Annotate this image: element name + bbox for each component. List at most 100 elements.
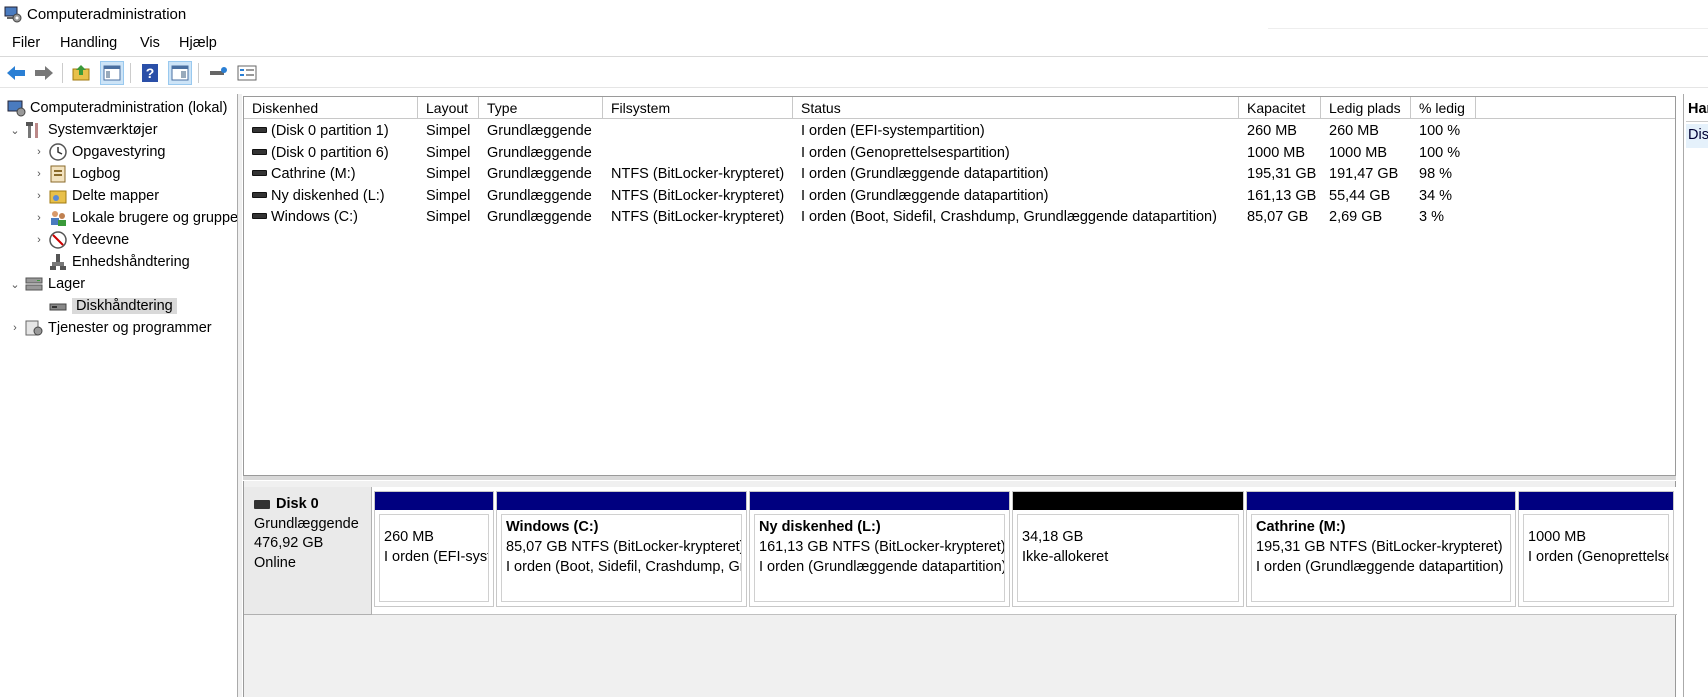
cell-type: Grundlæggende — [487, 166, 592, 182]
menu-file[interactable]: Filer — [10, 35, 42, 51]
disk-graphical-view: Disk 0 Grundlæggende 476,92 GB Online 26… — [243, 481, 1677, 697]
tree-item-storage[interactable]: ⌄ Lager — [8, 273, 85, 295]
horizontal-splitter[interactable] — [243, 476, 1676, 480]
column-header-filesystem[interactable]: Filsystem — [603, 97, 793, 119]
chevron-right-icon[interactable]: › — [32, 168, 46, 180]
help-button[interactable]: ? — [138, 61, 162, 85]
show-hide-tree-icon — [103, 65, 121, 81]
disk-label[interactable]: Disk 0 Grundlæggende 476,92 GB Online — [244, 487, 372, 615]
chevron-right-icon[interactable]: › — [32, 146, 46, 158]
event-log-icon — [50, 165, 66, 183]
cell-filesystem: NTFS (BitLocker-krypteret) — [611, 187, 785, 204]
cell-status: I orden (EFI-systempartition) — [801, 123, 985, 139]
toolbar: ? — [0, 58, 1708, 88]
cell-percent-free: 34 % — [1419, 187, 1453, 204]
cell-capacity: 195,31 GB — [1247, 166, 1317, 182]
device-manager-icon — [50, 254, 66, 270]
detail-view-button[interactable] — [235, 61, 259, 85]
tree-item-shared-folders[interactable]: › Delte mapper — [32, 185, 159, 207]
table-row[interactable]: (Disk 0 partition 1) Simpel Grundlæggend… — [244, 121, 1675, 142]
show-hide-tree-button[interactable] — [100, 61, 124, 85]
properties-button[interactable] — [168, 61, 192, 85]
tree-item-root[interactable]: Computeradministration (lokal) — [4, 97, 227, 119]
cell-percent-free: 3 % — [1419, 209, 1444, 225]
list-header: Diskenhed Layout Type Filsystem Status K… — [244, 97, 1675, 119]
partition-recovery[interactable]: 1000 MB I orden (Genoprettelsespartition… — [1518, 491, 1674, 607]
column-header-percent-free[interactable]: % ledig — [1411, 97, 1476, 119]
up-button[interactable] — [70, 61, 94, 85]
partition-size: 195,31 GB NTFS (BitLocker-krypteret) — [1256, 539, 1503, 555]
rescan-button[interactable] — [206, 61, 230, 85]
column-header-free-space[interactable]: Ledig plads — [1321, 97, 1411, 119]
tree-item-performance[interactable]: › Ydeevne — [32, 229, 129, 251]
partition-bar — [375, 492, 493, 510]
partition-unallocated[interactable]: 34,18 GB Ikke-allokeret — [1012, 491, 1244, 607]
column-header-layout[interactable]: Layout — [418, 97, 479, 119]
menu-help[interactable]: Hjælp — [177, 35, 219, 51]
partition-body: 34,18 GB Ikke-allokeret — [1017, 514, 1239, 602]
column-header-status[interactable]: Status — [793, 97, 1239, 119]
detail-view-icon — [237, 65, 257, 81]
svg-text:?: ? — [146, 65, 155, 81]
menu-view[interactable]: Vis — [138, 35, 162, 51]
disk-name: Disk 0 — [276, 496, 319, 512]
cell-status: I orden (Grundlæggende datapartition) — [801, 187, 1049, 204]
column-header-volume[interactable]: Diskenhed — [244, 97, 418, 119]
volume-icon — [252, 170, 267, 176]
cell-layout: Simpel — [426, 166, 471, 182]
actions-item-disk-management[interactable]: Diskhåndtering — [1686, 124, 1708, 148]
pane-splitter[interactable] — [238, 94, 242, 697]
table-row[interactable]: Windows (C:) Simpel Grundlæggende NTFS (… — [244, 207, 1675, 228]
chevron-right-icon[interactable]: › — [8, 322, 22, 334]
tree-label: Lager — [48, 276, 86, 292]
chevron-right-icon[interactable]: › — [32, 212, 46, 224]
title-bar: Computeradministration — [0, 0, 1708, 30]
table-row[interactable]: (Disk 0 partition 6) Simpel Grundlæggend… — [244, 143, 1675, 164]
toolbar-separator — [130, 63, 131, 83]
column-header-capacity[interactable]: Kapacitet — [1239, 97, 1321, 119]
volume-name: Ny diskenhed (L:) — [271, 187, 385, 204]
partition-efi[interactable]: 260 MB I orden (EFI-systempartition) — [374, 491, 494, 607]
cell-capacity: 260 MB — [1247, 123, 1297, 139]
cell-free-space: 2,69 GB — [1329, 209, 1383, 225]
tree-item-disk-management[interactable]: Diskhåndtering — [46, 295, 177, 317]
tree-label: Diskhåndtering — [72, 298, 177, 314]
chevron-right-icon[interactable]: › — [32, 190, 46, 202]
title-bar-divider — [1268, 28, 1708, 29]
console-tree: Computeradministration (lokal) ⌄ Systemv… — [0, 94, 238, 697]
tree-item-local-users[interactable]: › Lokale brugere og grupper — [32, 207, 237, 229]
cell-status: I orden (Grundlæggende datapartition) — [801, 166, 1049, 182]
up-folder-icon — [72, 65, 90, 81]
tree-item-event-viewer[interactable]: › Logbog — [32, 163, 120, 185]
table-row[interactable]: Cathrine (M:) Simpel Grundlæggende NTFS … — [244, 164, 1675, 185]
forward-button[interactable] — [32, 61, 56, 85]
cell-percent-free: 98 % — [1419, 166, 1453, 182]
cell-type: Grundlæggende — [487, 209, 592, 225]
disk-row: Disk 0 Grundlæggende 476,92 GB Online 26… — [244, 487, 1677, 615]
computer-management-icon — [7, 100, 26, 117]
disk-icon — [254, 500, 270, 510]
chevron-down-icon[interactable]: ⌄ — [8, 278, 22, 291]
back-button[interactable] — [4, 61, 28, 85]
partition-windows[interactable]: Windows (C:) 85,07 GB NTFS (BitLocker-kr… — [496, 491, 747, 607]
table-row[interactable]: Ny diskenhed (L:) Simpel Grundlæggende N… — [244, 186, 1675, 207]
partition-cathrine[interactable]: Cathrine (M:) 195,31 GB NTFS (BitLocker-… — [1246, 491, 1516, 607]
partition-bar — [750, 492, 1009, 510]
column-header-type[interactable]: Type — [479, 97, 603, 119]
tree-item-services[interactable]: › Tjenester og programmer — [8, 317, 211, 339]
cell-volume: Windows (C:) — [244, 209, 418, 225]
tree-item-task-scheduler[interactable]: › Opgavestyring — [32, 141, 166, 163]
chevron-right-icon[interactable]: › — [32, 234, 46, 246]
storage-icon — [25, 277, 43, 291]
volume-icon — [252, 191, 267, 198]
menu-action[interactable]: Handling — [58, 35, 119, 51]
tree-item-device-manager[interactable]: Enhedshåndtering — [46, 251, 190, 273]
partition-bar — [497, 492, 746, 510]
partition-ny-diskenhed[interactable]: Ny diskenhed (L:) 161,13 GB NTFS (BitLoc… — [749, 491, 1010, 607]
chevron-down-icon[interactable]: ⌄ — [8, 124, 22, 137]
cell-free-space: 1000 MB — [1329, 144, 1388, 161]
tree-item-system-tools[interactable]: ⌄ Systemværktøjer — [8, 119, 158, 141]
tree-label: Systemværktøjer — [48, 122, 158, 138]
partition-body: 1000 MB I orden (Genoprettelsespartition… — [1523, 514, 1669, 602]
partition-name: Ny diskenhed (L:) — [759, 519, 881, 535]
